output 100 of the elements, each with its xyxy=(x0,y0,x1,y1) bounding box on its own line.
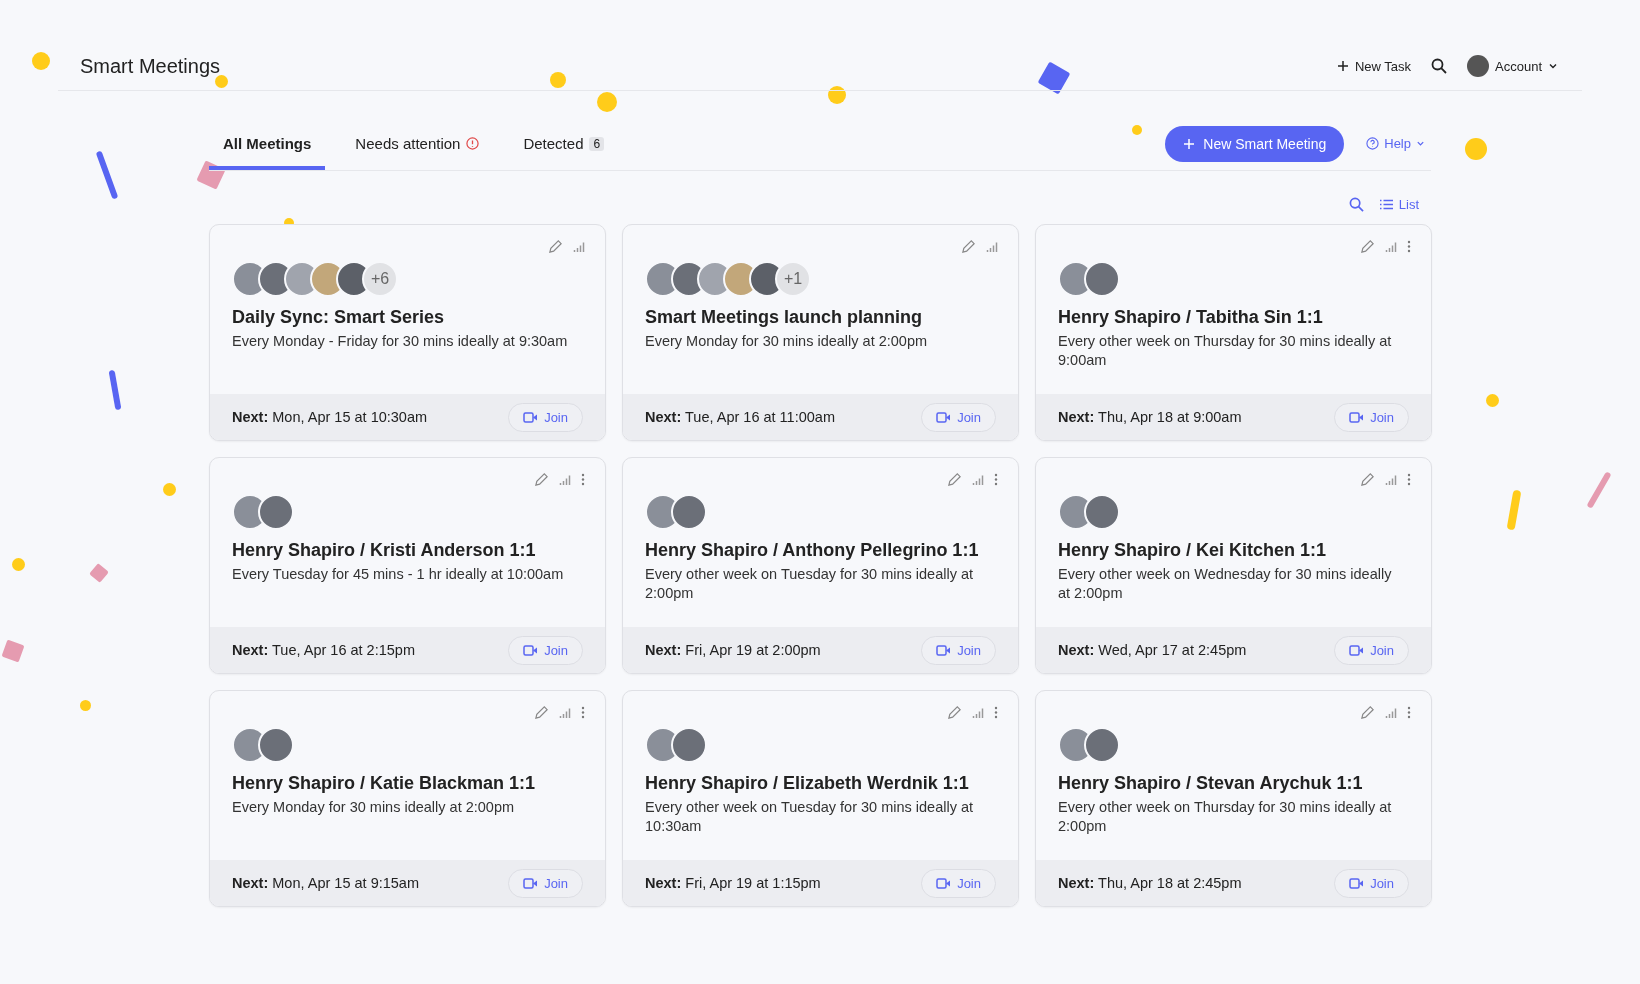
more-attendees-count: +1 xyxy=(775,261,811,297)
meeting-title: Henry Shapiro / Kei Kitchen 1:1 xyxy=(1058,540,1328,561)
meeting-schedule: Every Monday for 30 mins ideally at 2:00pm xyxy=(645,332,929,351)
video-camera-icon xyxy=(936,411,952,423)
signal-bars-icon[interactable] xyxy=(1385,240,1397,253)
next-meeting-time: Next: Mon, Apr 15 at 9:15am xyxy=(232,875,419,891)
video-camera-icon xyxy=(936,877,952,889)
pencil-icon[interactable] xyxy=(548,239,563,254)
more-menu-icon[interactable] xyxy=(1407,706,1411,719)
chevron-down-icon xyxy=(1416,139,1425,148)
next-meeting-time: Next: Tue, Apr 16 at 11:00am xyxy=(645,409,835,425)
next-meeting-time: Next: Fri, Apr 19 at 2:00pm xyxy=(645,642,821,658)
meeting-title: Henry Shapiro / Stevan Arychuk 1:1 xyxy=(1058,773,1364,794)
more-attendees-count: +6 xyxy=(362,261,398,297)
meeting-schedule: Every other week on Thursday for 30 mins ideally at 9:00am xyxy=(1058,332,1393,370)
meeting-title: Henry Shapiro / Kristi Anderson 1:1 xyxy=(232,540,537,561)
confetti-piece xyxy=(1486,394,1499,407)
more-menu-icon[interactable] xyxy=(581,706,585,719)
next-meeting-time: Next: Tue, Apr 16 at 2:15pm xyxy=(232,642,415,658)
join-button[interactable]: Join xyxy=(1334,635,1409,665)
join-button[interactable]: Join xyxy=(1334,402,1409,432)
account-menu[interactable]: Account xyxy=(1465,53,1560,79)
video-camera-icon xyxy=(1349,411,1365,423)
meeting-title: Henry Shapiro / Elizabeth Werdnik 1:1 xyxy=(645,773,970,794)
confetti-piece xyxy=(12,558,25,571)
app-title: Smart Meetings xyxy=(80,54,221,78)
confetti-piece xyxy=(32,52,50,70)
confetti-piece xyxy=(597,92,617,112)
join-button[interactable]: Join xyxy=(921,635,996,665)
pencil-icon[interactable] xyxy=(1360,472,1375,487)
confetti-piece xyxy=(1132,125,1142,135)
confetti-piece xyxy=(1465,138,1487,160)
more-menu-icon[interactable] xyxy=(994,706,998,719)
meeting-schedule: Every Monday - Friday for 30 mins ideally at 9:30am xyxy=(232,332,569,351)
confetti-piece xyxy=(80,700,91,711)
tab[interactable]: Detected 6 xyxy=(509,125,619,170)
meeting-schedule: Every Tuesday for 45 mins - 1 hr ideally at 10:00am xyxy=(232,565,565,584)
join-button[interactable]: Join xyxy=(508,868,583,898)
meeting-schedule: Every other week on Thursday for 30 mins ideally at 2:00pm xyxy=(1058,798,1393,836)
new-task-button[interactable]: New Task xyxy=(1334,56,1413,76)
video-camera-icon xyxy=(523,411,539,423)
confetti-piece xyxy=(163,483,176,496)
signal-bars-icon[interactable] xyxy=(972,706,984,719)
next-meeting-time: Next: Wed, Apr 17 at 2:45pm xyxy=(1058,642,1247,658)
signal-bars-icon[interactable] xyxy=(1385,706,1397,719)
meeting-schedule: Every other week on Tuesday for 30 mins ideally at 2:00pm xyxy=(645,565,975,603)
next-meeting-time: Next: Thu, Apr 18 at 9:00am xyxy=(1058,409,1242,425)
tab[interactable]: Needs attention xyxy=(341,125,494,170)
signal-bars-icon[interactable] xyxy=(573,240,585,253)
pencil-icon[interactable] xyxy=(534,472,549,487)
search-icon[interactable] xyxy=(1431,58,1447,74)
meeting-title: Smart Meetings launch planning xyxy=(645,307,924,328)
help-icon xyxy=(1366,137,1380,150)
new-smart-meeting-button[interactable]: New Smart Meeting xyxy=(1165,125,1345,162)
pencil-icon[interactable] xyxy=(1360,239,1375,254)
meeting-title: Henry Shapiro / Anthony Pellegrino 1:1 xyxy=(645,540,980,561)
confetti-piece xyxy=(550,72,566,88)
more-menu-icon[interactable] xyxy=(994,473,998,486)
signal-bars-icon[interactable] xyxy=(1385,473,1397,486)
join-button[interactable]: Join xyxy=(508,402,583,432)
tab[interactable]: All Meetings xyxy=(209,125,326,170)
pencil-icon[interactable] xyxy=(947,705,962,720)
meeting-schedule: Every other week on Tuesday for 30 mins ideally at 10:30am xyxy=(645,798,975,836)
chevron-down-icon xyxy=(1548,61,1558,71)
confetti-piece xyxy=(215,75,228,88)
next-meeting-time: Next: Thu, Apr 18 at 2:45pm xyxy=(1058,875,1242,891)
video-camera-icon xyxy=(936,644,952,656)
plus-icon xyxy=(1183,137,1196,150)
video-camera-icon xyxy=(523,877,539,889)
signal-bars-icon[interactable] xyxy=(986,240,998,253)
signal-bars-icon[interactable] xyxy=(559,706,571,719)
video-camera-icon xyxy=(523,644,539,656)
more-menu-icon[interactable] xyxy=(581,473,585,486)
more-menu-icon[interactable] xyxy=(1407,473,1411,486)
meeting-title: Henry Shapiro / Katie Blackman 1:1 xyxy=(232,773,537,794)
meeting-schedule: Every Monday for 30 mins ideally at 2:00pm xyxy=(232,798,516,817)
meeting-title: Daily Sync: Smart Series xyxy=(232,307,446,328)
alert-icon xyxy=(466,137,480,150)
help-menu[interactable]: Help xyxy=(1360,135,1431,152)
pencil-icon[interactable] xyxy=(947,472,962,487)
join-button[interactable]: Join xyxy=(508,635,583,665)
next-meeting-time: Next: Mon, Apr 15 at 10:30am xyxy=(232,409,428,425)
plus-icon xyxy=(1336,60,1349,72)
pencil-icon[interactable] xyxy=(1360,705,1375,720)
more-menu-icon[interactable] xyxy=(1407,240,1411,253)
join-button[interactable]: Join xyxy=(1334,868,1409,898)
avatar-placeholder xyxy=(1467,55,1489,77)
list-view-button[interactable]: List xyxy=(1379,197,1419,212)
next-meeting-time: Next: Fri, Apr 19 at 1:15pm xyxy=(645,875,821,891)
signal-bars-icon[interactable] xyxy=(559,473,571,486)
pencil-icon[interactable] xyxy=(534,705,549,720)
meeting-title: Henry Shapiro / Tabitha Sin 1:1 xyxy=(1058,307,1324,328)
signal-bars-icon[interactable] xyxy=(972,473,984,486)
join-button[interactable]: Join xyxy=(921,402,996,432)
join-button[interactable]: Join xyxy=(921,868,996,898)
pencil-icon[interactable] xyxy=(961,239,976,254)
video-camera-icon xyxy=(1349,644,1365,656)
list-icon xyxy=(1379,199,1393,210)
meeting-schedule: Every other week on Wednesday for 30 mins ideally at 2:00pm xyxy=(1058,565,1393,603)
video-camera-icon xyxy=(1349,877,1365,889)
